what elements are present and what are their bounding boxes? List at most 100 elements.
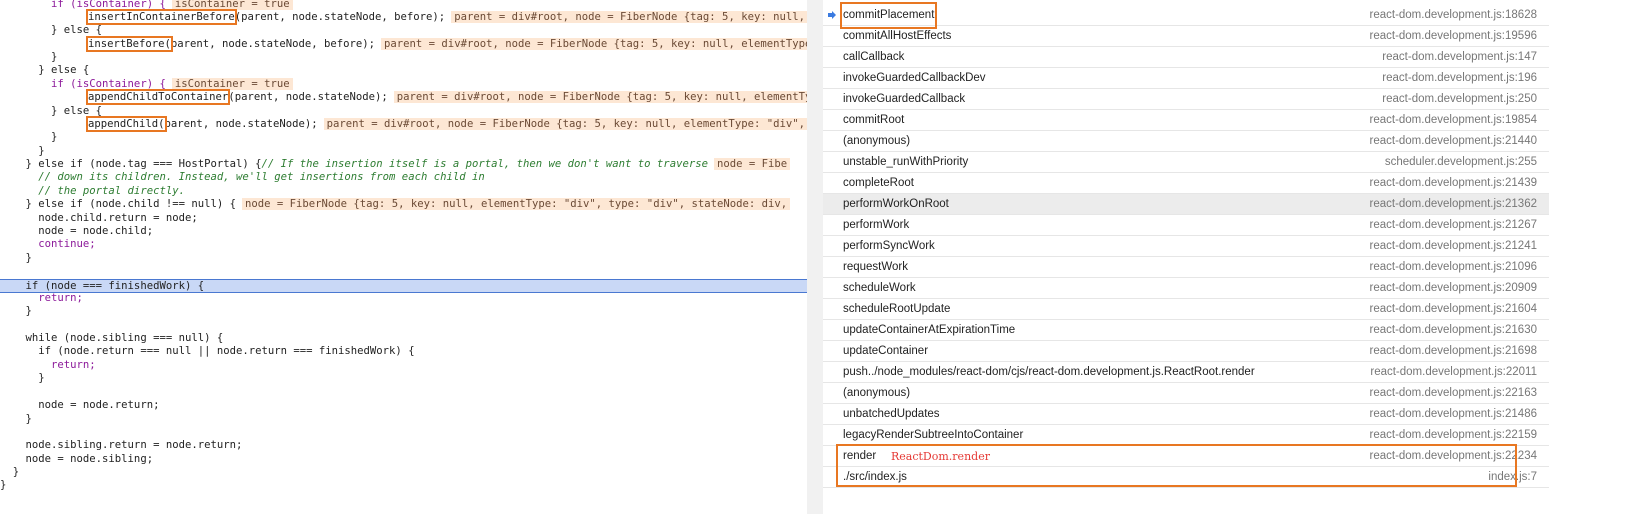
call-stack-frame[interactable]: requestWork react-dom.development.js:2109… <box>823 257 1549 278</box>
frame-location[interactable]: react-dom.development.js:250 <box>1382 89 1537 110</box>
call-stack-frame[interactable]: commitPlacement react-dom.development.js:… <box>823 2 1549 29</box>
code-line: } <box>0 372 45 384</box>
call-stack-frame[interactable]: invokeGuardedCallbackDev react-dom.develo… <box>823 68 1549 89</box>
highlighted-call[interactable]: appendChildToContainer <box>85 89 231 105</box>
frame-function-name: completeRoot <box>843 177 914 189</box>
inline-value: node = Fibe <box>713 158 791 170</box>
frame-function-name: push../node_modules/react-dom/cjs/react-… <box>843 366 1255 378</box>
code-line: node.sibling.return = node.return; <box>0 439 243 451</box>
call-stack-frame[interactable]: ./src/index.js index.js:7 <box>823 467 1549 488</box>
frame-location[interactable]: react-dom.development.js:21362 <box>1370 194 1538 215</box>
call-stack-frame[interactable]: callCallback react-dom.development.js:147 <box>823 47 1549 68</box>
highlighted-call[interactable]: insertBefore( <box>86 36 173 52</box>
inline-value: node = FiberNode {tag: 5, key: null, ele… <box>242 198 791 210</box>
call-stack-frame[interactable]: scheduleRootUpdate react-dom.development.… <box>823 299 1549 320</box>
frame-location[interactable]: react-dom.development.js:22159 <box>1370 425 1538 446</box>
call-stack-frame[interactable]: unstable_runWithPriority scheduler.develo… <box>823 152 1549 173</box>
call-stack-frame[interactable]: commitAllHostEffects react-dom.developmen… <box>823 26 1549 47</box>
code-line: insertInContainerBefore(parent, node.sta… <box>0 9 807 25</box>
frame-function-name: callCallback <box>843 51 905 63</box>
code-line: } <box>0 252 32 264</box>
frame-location[interactable]: react-dom.development.js:21440 <box>1370 131 1538 152</box>
call-stack-frame[interactable]: performSyncWork react-dom.development.js:… <box>823 236 1549 257</box>
frame-function-name: invokeGuardedCallbackDev <box>843 72 986 84</box>
code-comment: // the portal directly. <box>0 185 185 197</box>
code-line: if (isContainer) {isContainer = true <box>0 0 807 11</box>
code-text: (parent, node.stateNode); <box>228 91 388 103</box>
frame-function-name: ./src/index.js <box>843 471 907 483</box>
frame-function-name: commitAllHostEffects <box>843 30 952 42</box>
code-line: } else if (node.tag === HostPortal) {// … <box>0 158 807 171</box>
code-line: } else if (node.child !== null) {node = … <box>0 198 807 211</box>
pane-splitter[interactable] <box>807 0 824 514</box>
call-stack-frame[interactable]: legacyRenderSubtreeIntoContainer react-do… <box>823 425 1549 446</box>
code-comment: // down its children. Instead, we'll get… <box>0 171 485 183</box>
frame-location[interactable]: react-dom.development.js:18628 <box>1370 5 1538 26</box>
call-stack-frame[interactable]: (anonymous) react-dom.development.js:2144… <box>823 131 1549 152</box>
frame-location[interactable]: react-dom.development.js:21630 <box>1370 320 1538 341</box>
inline-value: isContainer = true <box>171 78 293 90</box>
code-line: } else { <box>0 24 103 36</box>
frame-location[interactable]: react-dom.development.js:147 <box>1382 47 1537 68</box>
code-line: } <box>0 413 32 425</box>
frame-location[interactable]: react-dom.development.js:19596 <box>1370 26 1538 47</box>
frame-location[interactable]: react-dom.development.js:21604 <box>1370 299 1538 320</box>
frame-location[interactable]: react-dom.development.js:21439 <box>1370 173 1538 194</box>
code-text: if (isContainer) { <box>0 78 166 90</box>
call-stack-frame[interactable]: performWorkOnRoot react-dom.development.j… <box>823 194 1549 215</box>
call-stack-frame[interactable]: commitRoot react-dom.development.js:19854 <box>823 110 1549 131</box>
code-line: if (isContainer) { isContainer = true <box>0 78 807 91</box>
frame-function-name: scheduleWork <box>843 282 916 294</box>
code-line: return; <box>0 292 83 304</box>
inline-value: parent = div#root, node = FiberNode {tag… <box>451 11 807 23</box>
highlighted-call[interactable]: insertInContainerBefore <box>86 9 237 25</box>
frame-location[interactable]: react-dom.development.js:22011 <box>1370 362 1537 383</box>
call-stack-frame[interactable]: unbatchedUpdates react-dom.development.js… <box>823 404 1549 425</box>
code-line: } <box>0 51 58 63</box>
call-stack-frame[interactable]: render ReactDom.render react-dom.developme… <box>823 446 1549 467</box>
call-stack-frame[interactable]: updateContainer react-dom.development.js:… <box>823 341 1549 362</box>
call-stack-frame[interactable]: completeRoot react-dom.development.js:214… <box>823 173 1549 194</box>
frame-location[interactable]: index.js:7 <box>1488 467 1537 488</box>
call-stack-frame[interactable]: invokeGuardedCallback react-dom.developme… <box>823 89 1549 110</box>
code-line: node = node.child; <box>0 225 154 237</box>
frame-function-name: render <box>843 450 877 462</box>
frame-function-name: performSyncWork <box>843 240 935 252</box>
frame-location[interactable]: react-dom.development.js:21486 <box>1370 404 1538 425</box>
frame-location[interactable]: react-dom.development.js:21241 <box>1370 236 1538 257</box>
code-text: if (isContainer) { <box>0 0 166 10</box>
frame-function-name: commitRoot <box>843 114 905 126</box>
frame-location[interactable]: scheduler.development.js:255 <box>1385 152 1537 173</box>
frame-function-name: performWorkOnRoot <box>843 198 949 210</box>
call-stack-frame[interactable]: scheduleWork react-dom.development.js:209… <box>823 278 1549 299</box>
frame-function-name: requestWork <box>843 261 908 273</box>
call-stack-frame[interactable]: performWork react-dom.development.js:2126… <box>823 215 1549 236</box>
frame-location[interactable]: react-dom.development.js:21698 <box>1370 341 1538 362</box>
frame-location[interactable]: react-dom.development.js:19854 <box>1370 110 1538 131</box>
frame-function-name: performWork <box>843 219 910 231</box>
code-line: } <box>0 466 20 478</box>
frame-location[interactable]: react-dom.development.js:20909 <box>1370 278 1538 299</box>
frame-function-name: (anonymous) <box>843 387 911 399</box>
code-text: (parent, node.stateNode, before); <box>234 11 446 23</box>
call-stack-frame[interactable]: (anonymous) react-dom.development.js:2216… <box>823 383 1549 404</box>
code-line: } <box>0 305 32 317</box>
frame-location[interactable]: react-dom.development.js:22163 <box>1370 383 1538 404</box>
code-line: } <box>0 479 7 491</box>
code-line: } <box>0 131 58 143</box>
frame-function-name: commitPlacement <box>839 2 938 29</box>
code-text: } else if (node.tag === HostPortal) { <box>0 158 262 170</box>
code-line: continue; <box>0 238 96 250</box>
call-stack-panel[interactable]: commitPlacement react-dom.development.js:… <box>823 0 1550 514</box>
frame-location[interactable]: react-dom.development.js:21267 <box>1370 215 1538 236</box>
code-line: node.child.return = node; <box>0 212 198 224</box>
call-stack-frame[interactable]: push../node_modules/react-dom/cjs/react-… <box>823 362 1549 383</box>
frame-location[interactable]: react-dom.development.js:196 <box>1382 68 1537 89</box>
inline-value: parent = div#root, node = FiberNode {tag… <box>393 91 807 103</box>
source-code-panel[interactable]: if (isContainer) { isContainer = true ins… <box>0 0 807 514</box>
frame-location[interactable]: react-dom.development.js:22234 <box>1370 446 1538 467</box>
inline-value: parent = div#root, node = FiberNode {tag… <box>381 38 807 50</box>
highlighted-call[interactable]: appendChild( <box>86 116 167 132</box>
call-stack-frame[interactable]: updateContainerAtExpirationTime react-dom… <box>823 320 1549 341</box>
frame-location[interactable]: react-dom.development.js:21096 <box>1370 257 1538 278</box>
